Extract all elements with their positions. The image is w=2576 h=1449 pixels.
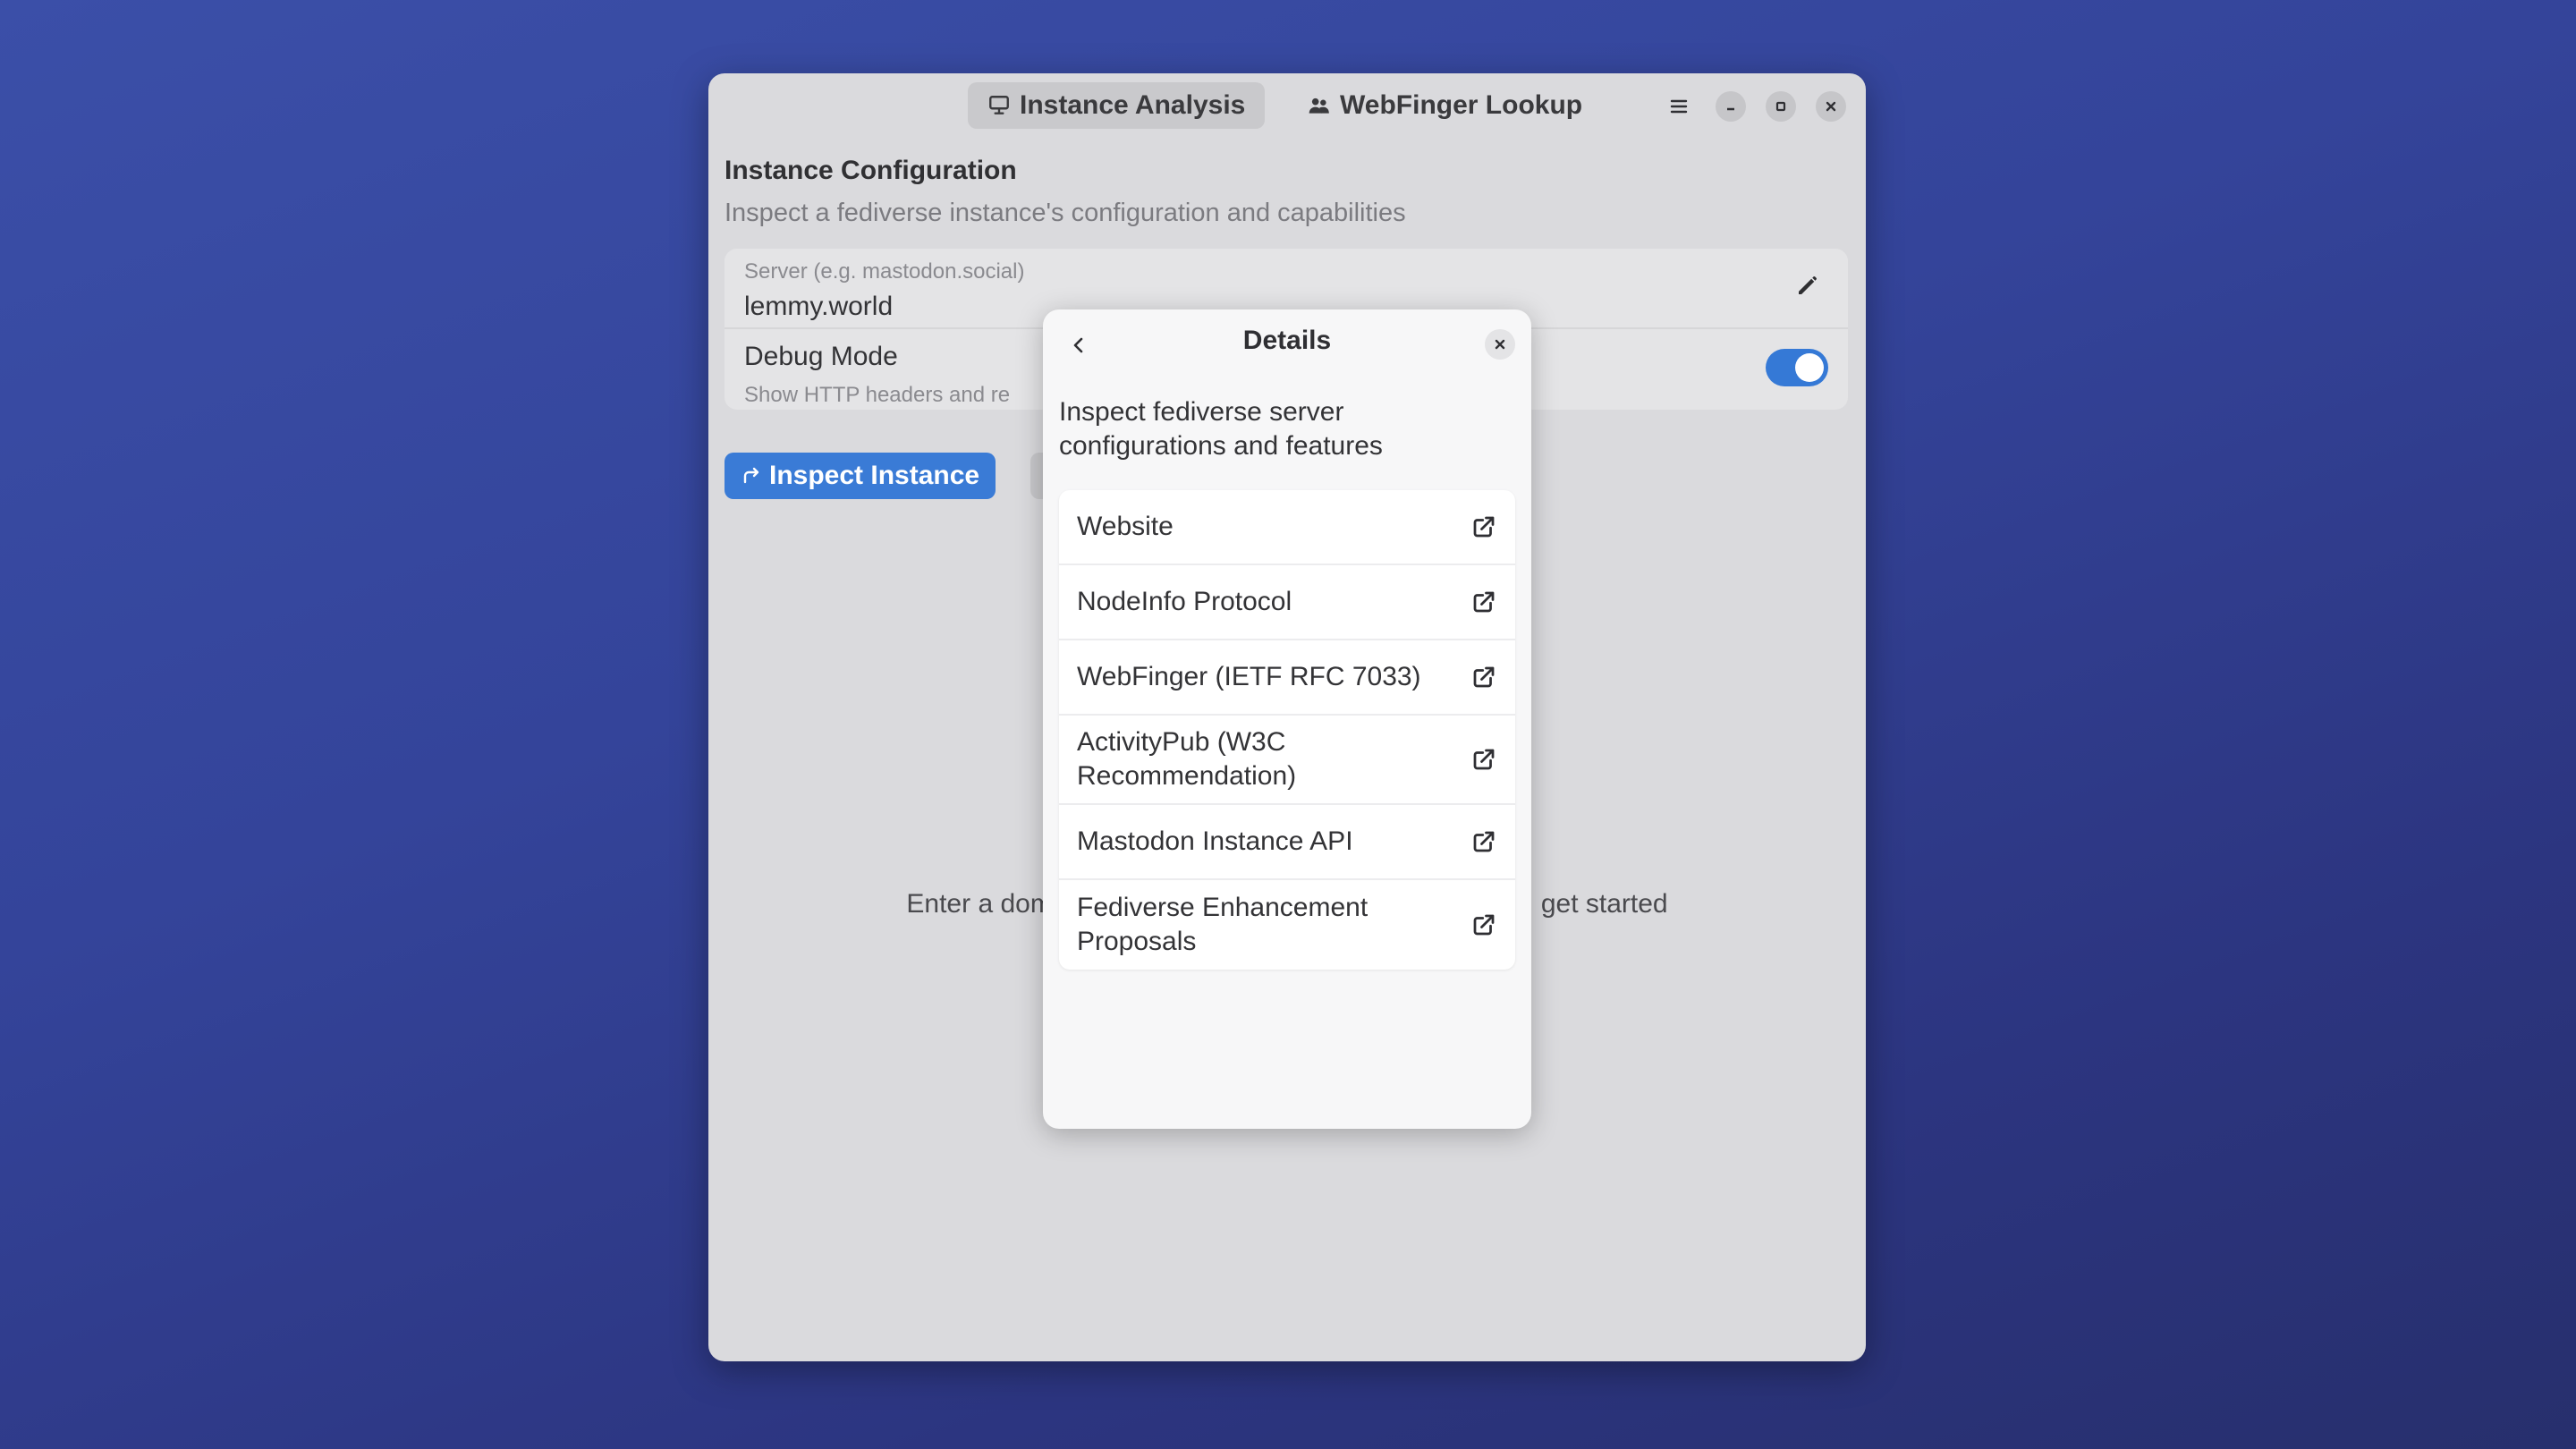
debug-mode-toggle[interactable] bbox=[1766, 349, 1828, 386]
tab-label: WebFinger Lookup bbox=[1340, 90, 1583, 120]
external-link-icon bbox=[1473, 831, 1495, 852]
empty-hint-right: get started bbox=[1540, 889, 1668, 919]
tab-label: Instance Analysis bbox=[1020, 90, 1246, 120]
toggle-knob bbox=[1795, 353, 1824, 382]
empty-hint-left: Enter a dom bbox=[906, 889, 1053, 919]
link-fep[interactable]: Fediverse Enhancement Proposals bbox=[1059, 880, 1515, 970]
link-label: WebFinger (IETF RFC 7033) bbox=[1077, 662, 1421, 691]
page-title: Instance Configuration bbox=[724, 156, 1017, 185]
maximize-icon bbox=[1775, 101, 1786, 112]
minimize-icon bbox=[1727, 107, 1734, 111]
external-link-icon bbox=[1473, 516, 1495, 538]
details-dialog: Details Inspect fediverse server configu… bbox=[1043, 309, 1531, 1129]
link-label: Mastodon Instance API bbox=[1077, 826, 1353, 856]
inspect-instance-button[interactable]: Inspect Instance bbox=[724, 453, 996, 499]
menu-icon bbox=[1670, 99, 1688, 114]
external-link-icon bbox=[1473, 749, 1495, 770]
link-label: Fediverse Enhancement Proposals bbox=[1077, 893, 1368, 956]
debug-mode-title: Debug Mode bbox=[744, 342, 898, 371]
link-activitypub[interactable]: ActivityPub (W3C Recommendation) bbox=[1059, 716, 1515, 805]
link-label: ActivityPub (W3C Recommendation) bbox=[1077, 727, 1297, 791]
tab-instance-analysis[interactable]: Instance Analysis bbox=[968, 82, 1266, 129]
close-window-button[interactable] bbox=[1816, 91, 1846, 122]
arrow-up-right-icon bbox=[743, 467, 759, 484]
dialog-description: Inspect fediverse server configurations … bbox=[1059, 397, 1383, 461]
people-icon bbox=[1309, 97, 1329, 114]
server-field-label: Server (e.g. mastodon.social) bbox=[744, 259, 1025, 284]
minimize-button[interactable] bbox=[1716, 91, 1746, 122]
server-input[interactable]: lemmy.world bbox=[744, 292, 893, 322]
link-label: NodeInfo Protocol bbox=[1077, 587, 1292, 616]
external-link-icon bbox=[1473, 914, 1495, 936]
external-link-icon bbox=[1473, 666, 1495, 688]
title-bar: Instance Analysis WebFinger Lookup bbox=[708, 73, 1866, 138]
debug-mode-subtitle: Show HTTP headers and re bbox=[744, 383, 1011, 407]
link-website[interactable]: Website bbox=[1059, 490, 1515, 565]
dialog-title: Details bbox=[1242, 326, 1332, 355]
tab-webfinger-lookup[interactable]: WebFinger Lookup bbox=[1288, 82, 1602, 129]
monitor-icon bbox=[989, 96, 1009, 114]
menu-button[interactable] bbox=[1664, 91, 1694, 122]
links-list: Website NodeInfo Protocol WebFinger (IET… bbox=[1059, 490, 1515, 970]
link-label: Website bbox=[1077, 512, 1174, 541]
close-icon bbox=[1826, 101, 1836, 112]
external-link-icon bbox=[1473, 591, 1495, 613]
link-webfinger[interactable]: WebFinger (IETF RFC 7033) bbox=[1059, 640, 1515, 716]
dialog-close-button[interactable] bbox=[1485, 329, 1515, 360]
pencil-icon[interactable] bbox=[1794, 272, 1821, 299]
link-mastodon-api[interactable]: Mastodon Instance API bbox=[1059, 805, 1515, 880]
link-nodeinfo[interactable]: NodeInfo Protocol bbox=[1059, 565, 1515, 640]
page-subtitle: Inspect a fediverse instance's configura… bbox=[724, 199, 1406, 227]
maximize-button[interactable] bbox=[1766, 91, 1796, 122]
inspect-button-label: Inspect Instance bbox=[769, 461, 980, 490]
close-icon bbox=[1495, 339, 1505, 350]
